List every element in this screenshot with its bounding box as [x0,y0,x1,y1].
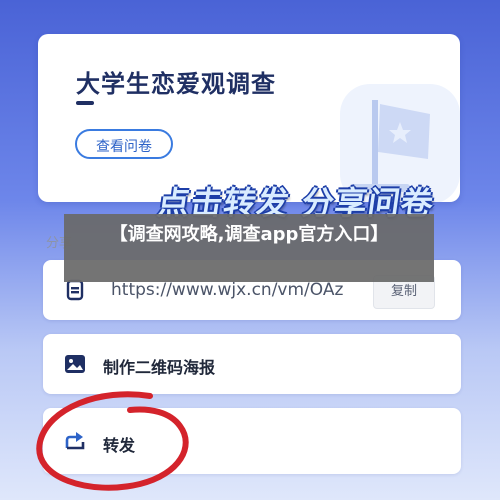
share-forward-icon [65,432,85,450]
forward-row[interactable]: 转发 [43,408,461,474]
forward-label: 转发 [103,436,136,455]
qr-poster-label: 制作二维码海报 [103,358,216,377]
title-underline [76,101,94,105]
survey-card: 大学生恋爱观调查 查看问卷 [38,34,460,202]
overlay-banner: 【调查网攻略,调查app官方入口】 [64,214,434,282]
overlay-text: 【调查网攻略,调查app官方入口】 [109,224,389,245]
share-url-text: https://www.wjx.cn/vm/OAz [111,280,344,300]
view-survey-button[interactable]: 查看问卷 [75,129,173,159]
qr-poster-row[interactable]: 制作二维码海报 [43,334,461,394]
image-icon [65,355,85,373]
survey-title: 大学生恋爱观调查 [76,70,276,98]
